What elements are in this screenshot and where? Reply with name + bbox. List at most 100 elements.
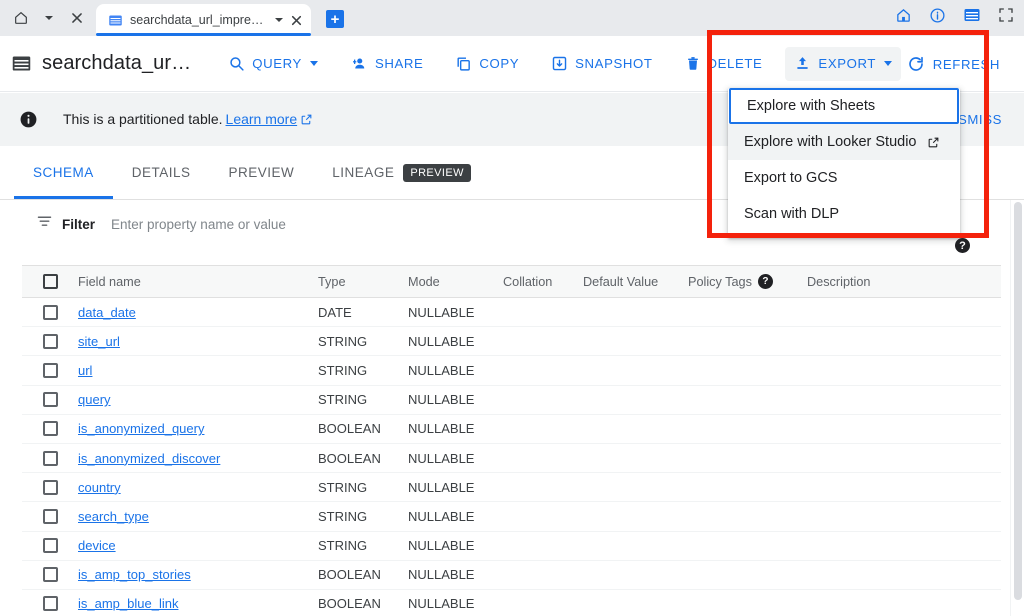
cell-mode: NULLABLE xyxy=(408,479,475,495)
chevron-down-icon[interactable] xyxy=(36,5,62,31)
filter-icon[interactable] xyxy=(36,213,53,235)
row-checkbox[interactable] xyxy=(22,304,78,320)
snapshot-button-label: SNAPSHOT xyxy=(575,56,653,71)
export-dropdown-menu: Explore with Sheets Explore with Looker … xyxy=(728,88,960,238)
learn-more-link[interactable]: Learn more xyxy=(226,111,298,127)
share-button[interactable]: SHARE xyxy=(341,47,432,81)
table-row[interactable]: is_anonymized_discover BOOLEAN NULLABLE xyxy=(22,444,1001,474)
table-row[interactable]: device STRING NULLABLE xyxy=(22,532,1001,561)
tab-details[interactable]: DETAILS xyxy=(113,146,210,199)
cell-field-name: is_anonymized_query xyxy=(78,421,318,436)
cell-field-name: search_type xyxy=(78,509,318,524)
cell-field-name: url xyxy=(78,363,318,378)
new-tab-button[interactable]: + xyxy=(321,5,349,33)
cell-field-name: site_url xyxy=(78,334,318,349)
external-link-icon xyxy=(300,113,313,129)
row-checkbox[interactable] xyxy=(22,567,78,583)
row-checkbox[interactable] xyxy=(22,421,78,437)
tab-lineage[interactable]: LINEAGE PREVIEW xyxy=(313,146,490,199)
field-name-link[interactable]: data_date xyxy=(78,305,136,320)
scrollbar-thumb[interactable] xyxy=(1014,202,1022,600)
table-row[interactable]: is_amp_top_stories BOOLEAN NULLABLE xyxy=(22,561,1001,590)
table-header-row: Field name Type Mode Collation Default V… xyxy=(22,265,1001,298)
info-icon xyxy=(17,110,39,129)
field-name-link[interactable]: url xyxy=(78,363,92,378)
table-row[interactable]: is_anonymized_query BOOLEAN NULLABLE xyxy=(22,415,1001,444)
table-row[interactable]: search_type STRING NULLABLE xyxy=(22,502,1001,532)
table-row[interactable]: data_date DATE NULLABLE xyxy=(22,298,1001,328)
row-checkbox[interactable] xyxy=(22,392,78,408)
field-name-link[interactable]: search_type xyxy=(78,509,149,524)
menu-item-export-to-gcs[interactable]: Export to GCS xyxy=(728,160,960,196)
column-policy-tags: Policy Tags ? xyxy=(688,274,807,289)
vertical-scrollbar[interactable] xyxy=(1010,200,1024,616)
table-grid-icon[interactable] xyxy=(963,6,981,24)
tab-schema[interactable]: SCHEMA xyxy=(14,146,113,199)
field-name-link[interactable]: is_anonymized_query xyxy=(78,421,204,436)
snapshot-button[interactable]: SNAPSHOT xyxy=(542,47,661,81)
menu-item-explore-with-sheets[interactable]: Explore with Sheets xyxy=(729,88,959,124)
tab-preview[interactable]: PREVIEW xyxy=(210,146,314,199)
cell-mode: NULLABLE xyxy=(408,421,475,437)
select-all-checkbox[interactable] xyxy=(22,274,78,289)
chevron-down-icon[interactable] xyxy=(275,18,283,22)
delete-button[interactable]: DELETE xyxy=(676,47,772,81)
menu-item-explore-with-sheets-label: Explore with Sheets xyxy=(747,98,876,114)
field-name-link[interactable]: is_anonymized_discover xyxy=(78,451,220,466)
help-icon[interactable]: ? xyxy=(955,238,970,253)
row-checkbox[interactable] xyxy=(22,362,78,378)
help-icon[interactable]: ? xyxy=(757,274,773,289)
row-checkbox[interactable] xyxy=(22,479,78,495)
info-icon[interactable] xyxy=(929,7,946,24)
field-name-link[interactable]: site_url xyxy=(78,334,120,349)
field-name-link[interactable]: country xyxy=(78,480,121,495)
fullscreen-icon[interactable] xyxy=(998,7,1014,23)
toolbar-actions: QUERY SHARE COPY SNAPSHOT DELETE EXPORT xyxy=(219,46,915,81)
close-icon[interactable] xyxy=(290,14,303,27)
field-name-link[interactable]: device xyxy=(78,538,116,553)
field-name-link[interactable]: is_amp_blue_link xyxy=(78,596,178,611)
chevron-down-icon xyxy=(309,61,318,66)
cell-field-name: country xyxy=(78,480,318,495)
tab-preview-label: PREVIEW xyxy=(228,165,295,180)
plus-icon: + xyxy=(326,10,344,28)
tab-details-label: DETAILS xyxy=(131,165,191,180)
row-checkbox[interactable] xyxy=(22,538,78,554)
cell-type: STRING xyxy=(318,479,368,495)
cell-field-name: is_amp_blue_link xyxy=(78,596,318,611)
table-row[interactable]: url STRING NULLABLE xyxy=(22,356,1001,386)
row-checkbox[interactable] xyxy=(22,596,78,612)
copy-button[interactable]: COPY xyxy=(446,47,528,81)
home-icon[interactable] xyxy=(8,5,34,31)
export-button[interactable]: EXPORT xyxy=(785,46,902,81)
bigquery-table-page: searchdata_url_impression + searchdata_u… xyxy=(0,0,1024,616)
query-button[interactable]: QUERY xyxy=(219,47,327,81)
query-button-label: QUERY xyxy=(252,56,302,71)
cell-mode: NULLABLE xyxy=(408,333,475,349)
home-icon[interactable] xyxy=(895,7,912,24)
tab-strip-controls xyxy=(0,0,94,36)
close-icon[interactable] xyxy=(64,5,90,31)
delete-button-label: DELETE xyxy=(707,56,763,71)
browser-tab[interactable]: searchdata_url_impression xyxy=(96,4,311,36)
cell-field-name: is_anonymized_discover xyxy=(78,451,318,466)
filter-input[interactable]: Enter property name or value xyxy=(111,217,286,232)
copy-button-label: COPY xyxy=(479,56,520,71)
refresh-button[interactable]: REFRESH xyxy=(901,47,1006,81)
cell-mode: NULLABLE xyxy=(408,450,475,466)
menu-item-explore-with-looker-studio[interactable]: Explore with Looker Studio xyxy=(728,124,960,160)
status-badge: PREVIEW xyxy=(403,163,471,182)
table-row[interactable]: query STRING NULLABLE xyxy=(22,386,1001,415)
row-checkbox[interactable] xyxy=(22,450,78,466)
table-row[interactable]: site_url STRING NULLABLE xyxy=(22,327,1001,357)
menu-item-scan-with-dlp[interactable]: Scan with DLP xyxy=(728,196,960,232)
filter-label: Filter xyxy=(62,216,96,232)
row-checkbox[interactable] xyxy=(22,508,78,524)
row-checkbox[interactable] xyxy=(22,333,78,349)
table-row[interactable]: is_amp_blue_link BOOLEAN NULLABLE xyxy=(22,590,1001,616)
schema-table: Field name Type Mode Collation Default V… xyxy=(22,265,1001,616)
banner-text: This is a partitioned table. Learn more xyxy=(63,111,313,129)
field-name-link[interactable]: is_amp_top_stories xyxy=(78,567,191,582)
table-row[interactable]: country STRING NULLABLE xyxy=(22,473,1001,503)
field-name-link[interactable]: query xyxy=(78,392,111,407)
